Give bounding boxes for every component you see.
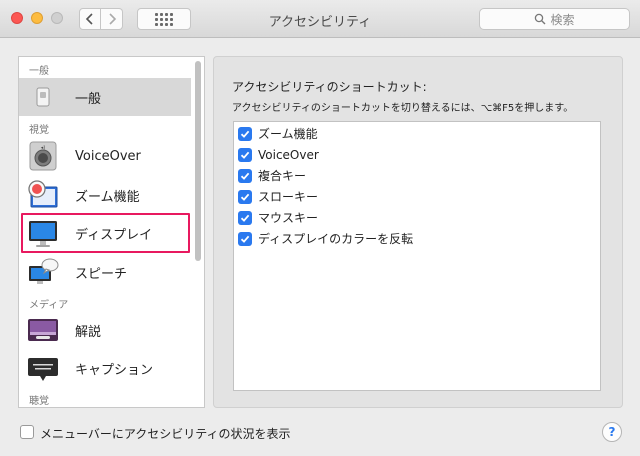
sidebar-item-voiceover[interactable]: ◂) VoiceOver — [19, 137, 191, 175]
section-header-general: 一般 — [29, 66, 49, 77]
sidebar-item-label: VoiceOver — [75, 148, 141, 164]
option-mouse-keys[interactable]: マウスキー — [238, 207, 318, 228]
checkbox-checked[interactable] — [238, 210, 252, 225]
option-sticky-keys[interactable]: 複合キー — [238, 165, 306, 186]
checkmark-icon — [240, 172, 250, 180]
checkmark-icon — [240, 130, 250, 138]
sidebar-item-label: 一般 — [75, 91, 102, 107]
checkbox-checked[interactable] — [238, 147, 252, 162]
search-icon — [535, 13, 546, 25]
option-label: ズーム機能 — [258, 127, 318, 141]
sidebar-item-descriptions[interactable]: 解説 — [19, 311, 191, 349]
panel-title: アクセシビリティのショートカット: — [232, 80, 427, 94]
checkmark-icon — [240, 214, 250, 222]
panel-description: アクセシビリティのショートカットを切り替えるには、⌥⌘F5を押します。 — [232, 103, 574, 114]
menubar-status-label: メニューバーにアクセシビリティの状況を表示 — [40, 427, 291, 441]
checkbox-checked[interactable] — [238, 168, 252, 183]
option-label: ディスプレイのカラーを反転 — [258, 232, 414, 246]
svg-text:◂): ◂) — [41, 145, 46, 151]
speech-icon — [27, 256, 59, 288]
descriptions-icon — [27, 314, 59, 346]
sidebar-item-zoom[interactable]: ズーム機能 — [19, 176, 191, 214]
shortcut-panel: アクセシビリティのショートカット: アクセシビリティのショートカットを切り替える… — [213, 56, 623, 408]
sidebar-item-speech[interactable]: スピーチ — [19, 253, 191, 291]
option-voiceover[interactable]: VoiceOver — [238, 144, 319, 165]
checkmark-icon — [240, 151, 250, 159]
shortcut-options-list: ズーム機能 VoiceOver 複合キー スローキー マウスキー ディスプレイの… — [233, 121, 601, 391]
section-header-hearing: 聴覚 — [29, 396, 49, 407]
sidebar-item-label: キャプション — [75, 362, 154, 378]
voiceover-icon: ◂) — [27, 140, 59, 172]
sidebar-scrollbar[interactable] — [195, 61, 201, 261]
option-label: スローキー — [258, 190, 319, 204]
general-icon — [27, 81, 59, 113]
sidebar-item-label: 解説 — [75, 324, 102, 340]
captions-icon — [27, 352, 59, 384]
checkmark-icon — [240, 235, 250, 243]
option-invert-colors[interactable]: ディスプレイのカラーを反転 — [238, 228, 413, 249]
option-label: 複合キー — [258, 169, 307, 183]
menubar-status-checkbox[interactable] — [20, 425, 34, 439]
checkmark-icon — [240, 193, 250, 201]
help-button[interactable]: ? — [602, 422, 622, 442]
section-header-vision: 視覚 — [29, 125, 49, 136]
section-header-media: メディア — [29, 300, 69, 311]
sidebar-item-captions[interactable]: キャプション — [19, 349, 191, 387]
checkbox-checked[interactable] — [238, 231, 252, 246]
checkbox-checked[interactable] — [238, 126, 252, 141]
sidebar-item-label: スピーチ — [75, 266, 128, 282]
sidebar-item-general[interactable]: 一般 — [19, 78, 191, 116]
search-placeholder: 検索 — [550, 12, 575, 27]
checkbox-checked[interactable] — [238, 189, 252, 204]
option-label: マウスキー — [258, 211, 319, 225]
option-label: VoiceOver — [258, 147, 319, 162]
option-zoom[interactable]: ズーム機能 — [238, 123, 318, 144]
display-highlight-box — [21, 213, 190, 253]
title-bar: アクセシビリティ 検索 — [0, 0, 640, 38]
option-slow-keys[interactable]: スローキー — [238, 186, 318, 207]
search-field[interactable]: 検索 — [479, 8, 630, 30]
zoom-icon — [27, 179, 59, 211]
sidebar-item-label: ズーム機能 — [75, 189, 140, 205]
